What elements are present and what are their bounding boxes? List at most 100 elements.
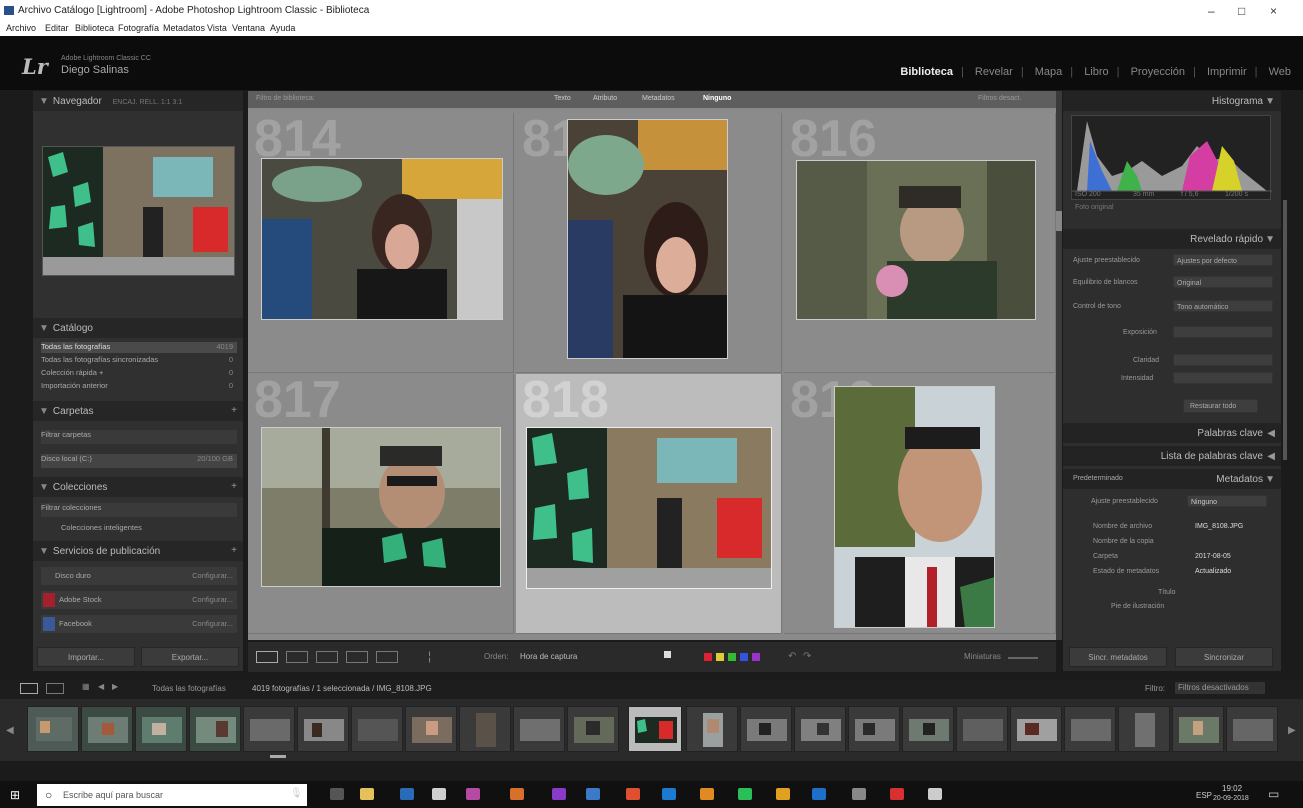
photo-thumbnail[interactable] [567, 119, 728, 359]
export-button[interactable]: Exportar... [141, 647, 239, 667]
rotate-left-icon[interactable]: ↶ [788, 651, 796, 662]
navigator-header[interactable]: ▼ Navegador ENCAJ. RELL. 1:1 3:1 [33, 91, 243, 111]
filmstrip-thumbnail[interactable] [848, 706, 900, 752]
publish-service-row[interactable]: Facebook Configurar... [41, 615, 237, 633]
windows-start-icon[interactable]: ⊞ [10, 788, 20, 802]
rotate-right-icon[interactable]: ↷ [803, 651, 811, 662]
clock-date[interactable]: 20-09-2018 [1213, 795, 1249, 802]
grid-cell[interactable]: 816 [784, 113, 1056, 373]
filmstrip-thumbnail[interactable] [135, 706, 187, 752]
filter-tab-texto[interactable]: Texto [554, 95, 571, 102]
label-red[interactable] [704, 653, 712, 661]
module-proyeccion[interactable]: Proyección [1131, 66, 1185, 78]
histogram-header[interactable]: Histograma ▼ [1063, 91, 1281, 111]
filter-preset-select[interactable]: Filtros desact. [978, 95, 1022, 102]
label-blue[interactable] [740, 653, 748, 661]
close-button[interactable]: × [1270, 4, 1277, 18]
photo-thumbnail[interactable] [796, 160, 1036, 320]
filmstrip-thumbnail[interactable] [686, 706, 738, 752]
survey-view-icon[interactable] [346, 651, 368, 663]
reset-all-button[interactable]: Restaurar todo [1183, 399, 1258, 413]
spray-can-icon[interactable]: ¦ [428, 649, 431, 663]
app-icon-4[interactable] [586, 788, 600, 800]
spotify-icon[interactable] [738, 788, 752, 800]
filmstrip-scrollbar[interactable] [270, 755, 286, 758]
filmstrip-thumbnail-selected[interactable] [628, 706, 682, 752]
menu-archivo[interactable]: Archivo [6, 23, 36, 33]
grid-cell[interactable]: 819 [784, 374, 1056, 634]
filmstrip-thumbnail[interactable] [956, 706, 1008, 752]
filmstrip-filter-select[interactable]: Filtros desactivados [1175, 682, 1265, 694]
edge-icon[interactable] [662, 788, 676, 800]
app-icon-6[interactable] [852, 788, 866, 800]
sort-select[interactable]: Hora de captura [520, 652, 577, 661]
notifications-icon[interactable]: ▭ [1268, 787, 1279, 801]
photo-thumbnail[interactable] [526, 427, 772, 589]
maximize-button[interactable]: □ [1238, 4, 1245, 18]
app-icon-2[interactable] [510, 788, 524, 800]
filmstrip-thumbnail[interactable] [1064, 706, 1116, 752]
import-button[interactable]: Importar... [37, 647, 135, 667]
grid-cell[interactable]: 817 [248, 374, 514, 634]
white-balance-select[interactable]: Original [1173, 276, 1273, 288]
app-icon-5[interactable] [626, 788, 640, 800]
filmstrip-thumbnail[interactable] [794, 706, 846, 752]
photo-thumbnail[interactable] [834, 386, 995, 628]
catalog-row[interactable]: Todas las fotografías 4019 [41, 342, 237, 353]
store-icon[interactable] [360, 788, 374, 800]
filmstrip-source[interactable]: Todas las fotografías [152, 684, 226, 693]
filmstrip-thumbnail[interactable] [513, 706, 565, 752]
filmstrip-thumbnail[interactable] [1226, 706, 1278, 752]
volume-row[interactable]: Disco local (C:) 20/100 GB [41, 454, 237, 468]
grid-cell-selected[interactable]: 818 [516, 374, 782, 634]
app-icon-3[interactable] [552, 788, 566, 800]
menu-editar[interactable]: Editar [45, 23, 69, 33]
publish-header[interactable]: ▼ Servicios de publicación + [33, 541, 243, 561]
taskbar-search-input[interactable]: ○ Escribe aquí para buscar [37, 784, 307, 806]
module-mapa[interactable]: Mapa [1035, 66, 1063, 78]
module-imprimir[interactable]: Imprimir [1207, 66, 1247, 78]
app-icon-1[interactable] [466, 788, 480, 800]
menu-ayuda[interactable]: Ayuda [270, 23, 295, 33]
filmstrip-thumbnail[interactable] [459, 706, 511, 752]
keyboard-language[interactable]: ESP [1196, 791, 1212, 800]
module-web[interactable]: Web [1269, 66, 1291, 78]
metadata-header[interactable]: Predeterminado Metadatos ▼ [1063, 469, 1281, 489]
main-window-icon[interactable] [20, 683, 38, 694]
publish-service-row[interactable]: Disco duro Configurar... [41, 567, 237, 585]
grid-view-icon[interactable] [256, 651, 278, 663]
quick-develop-header[interactable]: Revelado rápido ▼ [1063, 229, 1281, 249]
catalog-row[interactable]: Todas las fotografías sincronizadas 0 [41, 355, 237, 366]
flag-icon[interactable] [664, 651, 671, 658]
filmstrip-thumbnail[interactable] [189, 706, 241, 752]
filmstrip-scroll-right-icon[interactable]: ▶ [1288, 725, 1296, 736]
exposure-stepper[interactable] [1173, 326, 1273, 338]
chrome-icon[interactable] [776, 788, 790, 800]
task-view-icon[interactable] [330, 788, 344, 800]
auto-tone-button[interactable]: Tono automático [1173, 300, 1273, 312]
filmstrip-thumbnail[interactable] [1172, 706, 1224, 752]
compare-view-icon[interactable] [316, 651, 338, 663]
photos-icon[interactable] [928, 788, 942, 800]
filmstrip-thumbnail[interactable] [1118, 706, 1170, 752]
mail-icon[interactable] [432, 788, 446, 800]
catalog-row[interactable]: Importación anterior 0 [41, 381, 237, 392]
vlc-icon[interactable] [700, 788, 714, 800]
filmstrip-thumbnail[interactable] [351, 706, 403, 752]
clarity-stepper[interactable] [1173, 354, 1273, 366]
meta-value[interactable]: Actualizado [1195, 568, 1231, 575]
publish-service-row[interactable]: Adobe Stock Configurar... [41, 591, 237, 609]
module-revelar[interactable]: Revelar [975, 66, 1013, 78]
menu-vista[interactable]: Vista [207, 23, 227, 33]
photo-thumbnail[interactable] [261, 427, 501, 587]
metadata-preset-select[interactable]: Ninguno [1187, 495, 1267, 507]
microphone-icon[interactable]: 🎙 [290, 788, 303, 799]
filter-tab-metadatos[interactable]: Metadatos [642, 95, 675, 102]
filmstrip-thumbnail[interactable] [405, 706, 457, 752]
label-green[interactable] [728, 653, 736, 661]
label-yellow[interactable] [716, 653, 724, 661]
navigator-preview[interactable] [42, 146, 235, 276]
filmstrip-thumbnail[interactable] [1010, 706, 1062, 752]
meta-value[interactable]: 2017-08-05 [1195, 553, 1231, 560]
vibrance-stepper[interactable] [1173, 372, 1273, 384]
